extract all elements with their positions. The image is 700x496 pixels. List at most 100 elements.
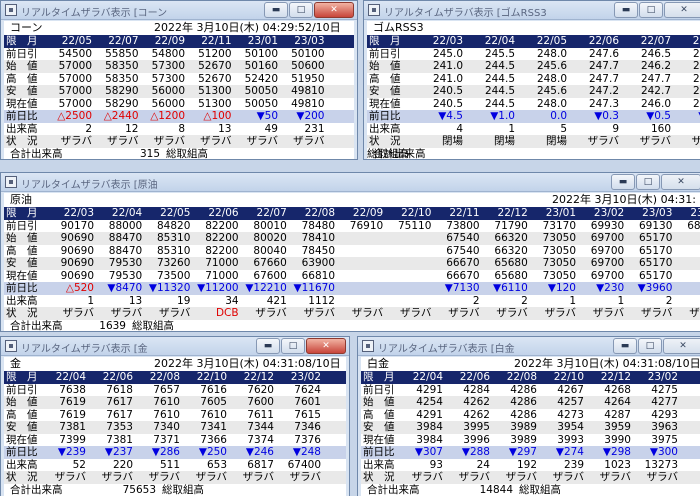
cell-prev: 246.5 [640, 47, 671, 60]
cell-diff: ▼246 [245, 446, 274, 458]
window-title: リアルタイムザラバ表示 [コーン [21, 8, 168, 19]
corn-panel: コーン 2022年 3月10日(木) 04:29:52/10日限 月 22/05 22… [4, 21, 354, 159]
cell-diff: ▼4.5 [438, 110, 463, 122]
totals-footer: 合計出来高 75653 総取組高 [4, 484, 346, 496]
minimize-button[interactable]: ▬ [611, 174, 635, 190]
cell-open: 50160 [244, 60, 278, 72]
cell-open: 52670 [198, 60, 232, 72]
close-button[interactable]: ✕ [664, 2, 700, 18]
totals-footer: 合計出来高 315 総取組高 [4, 148, 354, 160]
minimize-button[interactable]: ▬ [264, 2, 288, 18]
cell-cur: 51300 [198, 97, 232, 110]
cell-high: 7617 [106, 408, 133, 421]
cell-diff: ▼50 [256, 110, 278, 122]
cell-diff: ▼1.0 [490, 110, 515, 122]
cell-low: 66670 [446, 257, 480, 269]
app-icon[interactable] [368, 4, 380, 16]
month-header: 22/05 [536, 35, 567, 47]
table-row-vol: 出来高 1 13 19 34 421 1112 2 2 1 1 2 [4, 295, 700, 308]
app-icon[interactable] [5, 4, 17, 16]
cell-cur: 244.5 [484, 97, 515, 110]
table-row-diff: 前日比 △2500 △2440 △1200 △100 ▼50 ▼200 [4, 110, 354, 123]
cell-vol: 2 [665, 294, 673, 307]
cell-cur: 66670 [446, 269, 480, 282]
total-volume-value: 14844 [479, 483, 513, 496]
cell-vol: 192 [516, 458, 537, 471]
row-label: 現在値 [369, 97, 401, 110]
cell-prev: 7620 [247, 383, 274, 396]
cell-low: 63900 [301, 257, 335, 269]
table-row-status: 状 況 ザラバ ザラバ ザラバ ザラバ ザラバ ザラバ [4, 135, 354, 148]
row-label: 高 値 [6, 244, 38, 257]
minimize-button[interactable]: ▬ [614, 2, 638, 18]
cell-open: 245.6 [536, 60, 567, 72]
app-icon[interactable] [5, 176, 17, 188]
table-row-cur: 現在値 7399 7381 7371 7366 7374 7376 [4, 434, 346, 447]
maximize-button[interactable]: □ [281, 338, 305, 354]
table-row-vol: 出来高 93 24 192 239 1023 13273 [361, 459, 700, 472]
cell-status: ザラバ [153, 135, 185, 147]
cell-high: 4273 [557, 408, 584, 421]
cell-status: ザラバ [62, 307, 94, 319]
gold-title-bar[interactable]: リアルタイムザラバ表示 [金 ▬ □ ✕ [1, 337, 349, 356]
gold-window: リアルタイムザラバ表示 [金 ▬ □ ✕ 金 2022年 3月10日(木) 04:31:0… [0, 336, 350, 496]
cell-low: 7353 [106, 421, 133, 433]
close-button[interactable]: ✕ [663, 338, 700, 354]
cell-low: 7344 [247, 421, 274, 433]
cell-low: 49810 [291, 85, 325, 97]
crude-panel: 原油 2022年 3月10日(木) 04:31: 限 月 22/03 22/04 22/0… [4, 193, 700, 331]
cell-open: 4254 [416, 396, 443, 408]
crude-window: リアルタイムザラバ表示 [原油 ▬ □ ✕ 原油 2022年 3月10日(木) 04:31… [0, 172, 700, 332]
maximize-button[interactable]: □ [638, 338, 662, 354]
cell-cur: 246.0 [640, 97, 671, 110]
cell-vol: 13273 [644, 458, 678, 471]
platinum-title-bar[interactable]: リアルタイムザラバ表示 [白金 ▬ □ ✕ [358, 337, 700, 356]
cell-status: ザラバ [293, 135, 325, 147]
cell-high: 7610 [153, 408, 180, 421]
close-button[interactable]: ✕ [661, 174, 700, 190]
cell-cur: 3993 [557, 433, 584, 446]
row-label: 前日比 [369, 110, 401, 122]
table-row-diff: 前日比 △520 ▼8470 ▼11320 ▼11200 ▼12210 ▼11670 ▼713… [4, 282, 700, 295]
crude-title-bar[interactable]: リアルタイムザラバ表示 [原油 ▬ □ ✕ [1, 173, 700, 192]
corn-title-bar[interactable]: リアルタイムザラバ表示 [コーン ▬ □ ✕ [1, 1, 357, 20]
app-icon[interactable] [5, 340, 17, 352]
cell-high: 90690 [60, 244, 94, 257]
cell-diff: ▼3960 [637, 282, 673, 294]
cell-low: 240.5 [432, 85, 463, 97]
cell-diff: ▼286 [151, 446, 180, 458]
row-label: 前日引 [6, 383, 38, 396]
close-button[interactable]: ✕ [306, 338, 346, 354]
commodity-name: ゴムRSS3 [373, 21, 424, 34]
cell-prev: 75110 [397, 219, 432, 232]
app-icon[interactable] [362, 340, 374, 352]
maximize-button[interactable]: □ [289, 2, 313, 18]
cell-high: 51950 [291, 72, 325, 85]
cell-low: 50050 [244, 85, 278, 97]
cell-status: ザラバ [289, 471, 321, 483]
minimize-button[interactable]: ▬ [613, 338, 637, 354]
cell-open: 4277 [651, 396, 678, 408]
row-label: 前日引 [369, 47, 401, 60]
cell-diff: △520 [65, 282, 94, 294]
cell-vol: 239 [563, 458, 584, 471]
cell-prev: 4267 [557, 383, 584, 396]
close-button[interactable]: ✕ [314, 2, 354, 18]
cell-diff: ▼248 [292, 446, 321, 458]
cell-open: 69700 [590, 232, 625, 244]
cell-vol: 5 [560, 122, 567, 135]
month-header: 23/03 [294, 35, 325, 47]
cell-prev: 73800 [446, 219, 480, 232]
cell-cur: 66810 [301, 269, 335, 282]
maximize-button[interactable]: □ [636, 174, 660, 190]
row-label: 状 況 [369, 135, 401, 147]
cell-cur: 247.3 [588, 97, 619, 110]
rss3-title-bar[interactable]: リアルタイムザラバ表示 [ゴムRSS3 ▬ □ ✕ [364, 1, 700, 20]
cell-status: ザラバ [246, 135, 278, 147]
maximize-button[interactable]: □ [639, 2, 663, 18]
commodity-name: 原油 [10, 193, 32, 206]
minimize-button[interactable]: ▬ [256, 338, 280, 354]
cell-low: 3959 [604, 421, 631, 433]
table-row-low: 安 値 3984 3995 3989 3954 3959 3963 [361, 421, 700, 434]
cell-open: 244.5 [484, 60, 515, 72]
